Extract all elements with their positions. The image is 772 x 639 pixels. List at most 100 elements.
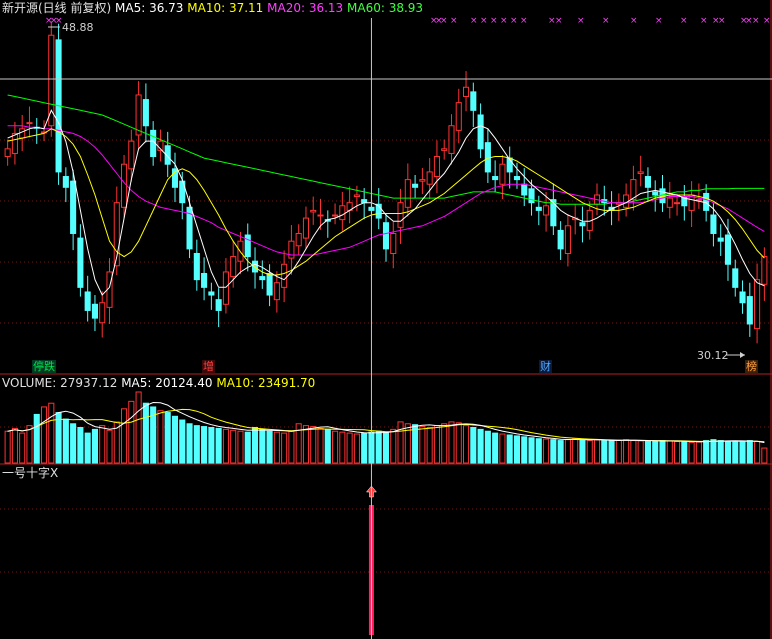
volume-bar xyxy=(455,422,462,464)
candlestick xyxy=(543,205,550,216)
candlestick xyxy=(281,263,288,288)
price-panel[interactable]: ××× ××× × × × × × × × × × × × × × × × ×× ×× × × xyxy=(4,16,771,358)
candlestick xyxy=(317,214,324,217)
event-tag-board[interactable]: 榜 xyxy=(745,360,758,373)
candlestick xyxy=(404,179,411,208)
volume-bar xyxy=(746,440,753,464)
high-price-label: 48.88 xyxy=(62,21,94,34)
volume-bar xyxy=(310,426,317,464)
candlestick xyxy=(128,140,135,170)
candlestick xyxy=(222,271,229,305)
volume-bar xyxy=(732,441,739,464)
volume-bar xyxy=(361,432,368,464)
volume-bar xyxy=(193,425,200,464)
candlestick xyxy=(310,209,317,213)
event-tag-increase[interactable]: 增 xyxy=(202,360,215,373)
volume-bar xyxy=(186,423,193,464)
candlestick xyxy=(477,114,484,150)
low-pointer-arrow-icon xyxy=(740,352,745,358)
signal-marker: × xyxy=(520,16,528,26)
volume-bar xyxy=(317,427,324,464)
signal-marker: × xyxy=(630,16,638,26)
candlestick xyxy=(230,256,237,278)
candlestick xyxy=(557,229,564,250)
candlestick xyxy=(48,34,55,127)
volume-bar xyxy=(521,436,528,464)
candlestick xyxy=(26,122,33,125)
volume-bar xyxy=(382,431,390,464)
volume-bar xyxy=(564,439,571,464)
candlestick xyxy=(19,128,26,139)
candlestick xyxy=(135,94,142,136)
volume-bar xyxy=(288,430,295,464)
candlestick xyxy=(288,240,295,259)
event-tag-halt[interactable]: 停跌 xyxy=(32,360,56,373)
volume-bar xyxy=(135,391,142,464)
volume-bar xyxy=(448,421,455,464)
ma5-legend: MA5: 36.73 xyxy=(115,1,184,15)
volume-bar xyxy=(601,440,608,464)
candlestick xyxy=(710,214,717,234)
signal-marker: × xyxy=(480,16,488,26)
volume-bar xyxy=(412,424,419,464)
volume-bar xyxy=(99,425,106,464)
volume-bar xyxy=(332,430,339,464)
volume-bar xyxy=(557,440,564,464)
candlestick xyxy=(412,183,419,188)
stock-title: 新开源(日线 前复权) xyxy=(2,1,112,15)
chart-grid xyxy=(0,0,772,639)
volume-bar xyxy=(674,441,681,464)
candlestick xyxy=(339,205,346,221)
volume-bar xyxy=(62,418,69,464)
volume-bar xyxy=(644,441,651,464)
candlestick xyxy=(470,91,477,111)
signal-marker: × xyxy=(752,16,760,26)
stock-chart-canvas[interactable]: ××× ××× × × × × × × × × × × × × × × × ×× ×× × × xyxy=(0,0,772,639)
volume-bar xyxy=(346,432,353,464)
volume-bar xyxy=(484,430,491,464)
volume-bar xyxy=(499,433,506,464)
candlestick xyxy=(62,176,69,188)
volume-bar xyxy=(208,427,215,464)
candlestick xyxy=(492,176,499,181)
candlestick xyxy=(91,303,98,319)
candlestick xyxy=(462,86,470,97)
candlestick xyxy=(652,191,659,196)
candlestick xyxy=(302,217,310,239)
volume-bar xyxy=(688,441,695,464)
volume-bar xyxy=(419,426,426,464)
volume-bar xyxy=(26,425,33,464)
volume-bar xyxy=(77,427,84,464)
volume-bar xyxy=(48,402,55,464)
volume-bar xyxy=(630,440,637,464)
volume-bar xyxy=(353,433,360,464)
volume-bar xyxy=(11,427,18,464)
volume-bar xyxy=(761,447,768,464)
candlestick xyxy=(448,125,455,154)
candlestick xyxy=(419,179,426,182)
volume-bar xyxy=(659,440,666,464)
volume-bar xyxy=(637,440,644,464)
volume-bar xyxy=(375,430,382,464)
candlestick xyxy=(382,222,390,250)
signal-marker: × xyxy=(718,16,726,26)
volume-bar xyxy=(273,431,280,464)
candlestick xyxy=(4,148,11,158)
candlestick xyxy=(251,260,259,273)
candlestick xyxy=(244,234,251,258)
volume-bar xyxy=(710,439,717,464)
volume-bar xyxy=(579,439,586,464)
candlestick xyxy=(637,171,644,174)
ma10-legend: MA10: 37.11 xyxy=(187,1,264,15)
signal-marker: × xyxy=(510,16,518,26)
volume-bar xyxy=(506,434,513,464)
low-price-label: 30.12 xyxy=(697,349,729,362)
volume-bar xyxy=(695,441,702,464)
volume-bar xyxy=(324,428,331,464)
event-tag-finance[interactable]: 财 xyxy=(539,360,552,373)
candlestick xyxy=(70,180,77,234)
volume-bar xyxy=(106,429,113,464)
candlestick xyxy=(441,148,448,151)
candlestick xyxy=(142,99,149,127)
candlestick xyxy=(390,232,397,254)
